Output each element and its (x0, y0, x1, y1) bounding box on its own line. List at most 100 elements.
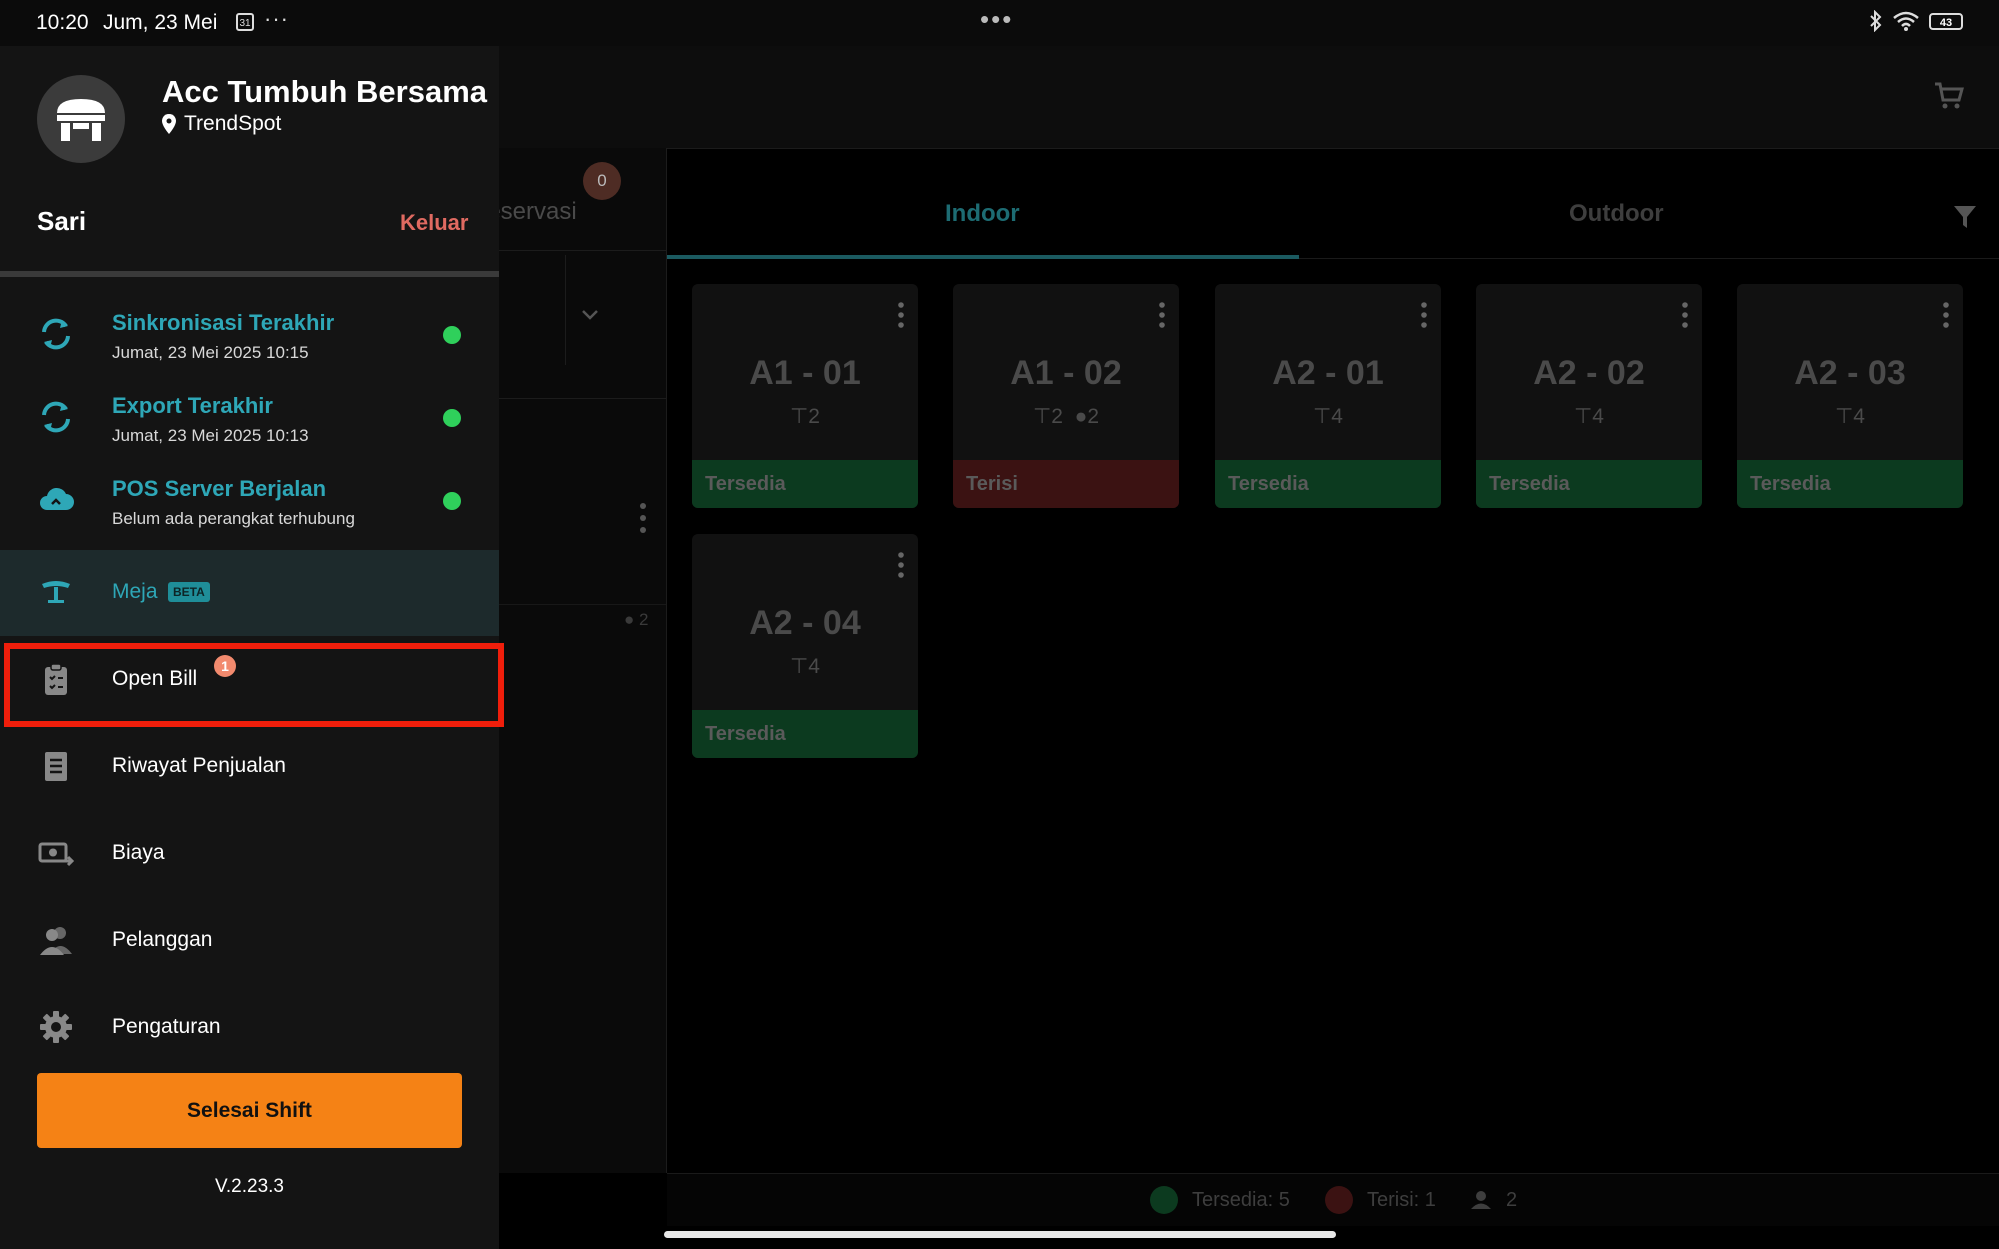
more-vertical-icon[interactable] (896, 550, 906, 580)
guests-icon: ● (1074, 405, 1088, 428)
table-card[interactable]: A2 - 02 ⊤4 Tersedia (1476, 284, 1702, 508)
more-vertical-icon[interactable] (1157, 300, 1167, 330)
table-seats: 4 (1592, 405, 1604, 428)
table-capacity: ⊤4 (1737, 404, 1963, 429)
status-icons: 43 (1869, 10, 1963, 32)
bluetooth-icon (1870, 10, 1882, 32)
legend-available-label: Tersedia: 5 (1192, 1188, 1290, 1211)
tab-outdoor[interactable]: Outdoor (1569, 200, 1664, 228)
table-seat-icon: ⊤ (1574, 405, 1593, 428)
multitask-handle-icon[interactable]: ••• (980, 4, 1013, 35)
home-indicator[interactable] (664, 1231, 1336, 1238)
legend-occupied: Terisi: 1 (1325, 1186, 1436, 1214)
table-name: A2 - 03 (1794, 354, 1906, 392)
order-guest-count: ● 2 (624, 610, 648, 630)
status-time: 10:20 (36, 11, 89, 34)
guest-count: 2 (639, 610, 649, 629)
end-shift-button[interactable]: Selesai Shift (37, 1073, 462, 1148)
table-card[interactable]: A2 - 01 ⊤4 Tersedia (1215, 284, 1441, 508)
table-status: Tersedia (692, 710, 918, 758)
table-capacity: ⊤4 (1476, 404, 1702, 429)
table-capacity: ⊤4 (1215, 404, 1441, 429)
table-name: A1 - 01 (749, 354, 861, 392)
export-title: Export Terakhir (112, 393, 273, 418)
table-seats: 4 (1331, 405, 1343, 428)
divider (0, 271, 499, 277)
menu-item-riwayat-penjualan[interactable]: Riwayat Penjualan (0, 724, 499, 810)
more-vertical-icon[interactable] (1680, 300, 1690, 330)
active-tab-indicator (667, 255, 1299, 259)
logout-button[interactable]: Keluar (400, 210, 468, 236)
menu-label-pengaturan: Pengaturan (112, 1015, 221, 1038)
user-name: Sari (37, 206, 87, 236)
table-card[interactable]: A2 - 04 ⊤4 Tersedia (692, 534, 918, 758)
table-seats: 2 (1051, 405, 1063, 428)
table-capacity: ⊤2 ●2 (953, 404, 1179, 429)
menu-label-meja: Meja (112, 580, 158, 603)
export-icon (42, 401, 70, 433)
customers-icon (40, 927, 72, 955)
clipboard-icon (45, 663, 67, 695)
divider (565, 255, 566, 365)
open-bill-count-badge: 1 (214, 655, 236, 677)
table-status: Tersedia (1215, 460, 1441, 508)
chevron-down-icon[interactable] (580, 305, 600, 325)
legend-guests-label: 2 (1506, 1188, 1518, 1211)
receipt-icon (45, 752, 67, 781)
menu-item-pengaturan[interactable]: Pengaturan (0, 985, 499, 1071)
available-dot (1150, 1186, 1178, 1214)
store-name: Acc Tumbuh Bersama (162, 74, 488, 109)
table-seat-icon: ⊤ (790, 655, 809, 678)
sync-title: Sinkronisasi Terakhir (112, 310, 335, 335)
table-name: A2 - 02 (1533, 354, 1645, 392)
menu-item-pelanggan[interactable]: Pelanggan (0, 898, 499, 984)
pos-server-subtitle: Belum ada perangkat terhubung (112, 509, 355, 528)
more-vertical-icon[interactable] (636, 500, 650, 536)
store-location-label: TrendSpot (184, 112, 282, 135)
table-card[interactable]: A2 - 03 ⊤4 Tersedia (1737, 284, 1963, 508)
status-date: Jum, 23 Mei (103, 11, 218, 34)
sync-icon (42, 318, 70, 350)
status-dot (443, 326, 461, 344)
menu-label-pelanggan: Pelanggan (112, 928, 213, 951)
filter-icon[interactable] (1953, 204, 1977, 230)
store-location: TrendSpot (162, 112, 281, 136)
area-tabs (667, 148, 1999, 259)
table-status: Tersedia (1737, 460, 1963, 508)
gear-icon (40, 1011, 72, 1043)
wifi-icon (1893, 11, 1919, 31)
table-icon (42, 581, 70, 603)
table-card[interactable]: A1 - 01 ⊤2 Tersedia (692, 284, 918, 508)
export-status-row: Export Terakhir Jumat, 23 Mei 2025 10:13 (0, 387, 499, 467)
menu-label-riwayat-penjualan: Riwayat Penjualan (112, 754, 286, 777)
table-seat-icon: ⊤ (1032, 405, 1052, 428)
menu-label-biaya: Biaya (112, 841, 165, 864)
beta-tag: BETA (168, 582, 210, 602)
table-status: Terisi (953, 460, 1179, 508)
menu-item-meja[interactable]: Meja BETA (0, 550, 499, 636)
pos-server-title: POS Server Berjalan (112, 476, 327, 501)
cart-icon[interactable] (1933, 80, 1965, 112)
table-name: A2 - 01 (1272, 354, 1384, 392)
menu-item-biaya[interactable]: Biaya (0, 811, 499, 897)
expense-icon (38, 842, 74, 867)
table-seats: 4 (1853, 405, 1865, 428)
more-vertical-icon[interactable] (1941, 300, 1951, 330)
tab-indoor[interactable]: Indoor (945, 200, 1020, 228)
table-seats: 4 (808, 655, 820, 678)
notification-more-icon: ··· (264, 6, 289, 31)
export-subtitle: Jumat, 23 Mei 2025 10:13 (112, 426, 309, 445)
menu-label-open-bill: Open Bill (112, 667, 198, 690)
sync-subtitle: Jumat, 23 Mei 2025 10:15 (112, 343, 309, 362)
calendar-icon: 31 (236, 13, 254, 31)
guest-icon: ● (624, 610, 635, 629)
cloud-server-icon (40, 487, 74, 510)
location-pin-icon (162, 114, 176, 134)
more-vertical-icon[interactable] (1419, 300, 1429, 330)
table-status: Tersedia (1476, 460, 1702, 508)
status-bar: 10:20 Jum, 23 Mei 31 ··· ••• 43 (0, 0, 1999, 46)
menu-item-open-bill[interactable]: Open Bill 1 (0, 637, 499, 723)
more-vertical-icon[interactable] (896, 300, 906, 330)
table-name: A1 - 02 (1010, 354, 1122, 392)
table-card[interactable]: A1 - 02 ⊤2 ●2 Terisi (953, 284, 1179, 508)
